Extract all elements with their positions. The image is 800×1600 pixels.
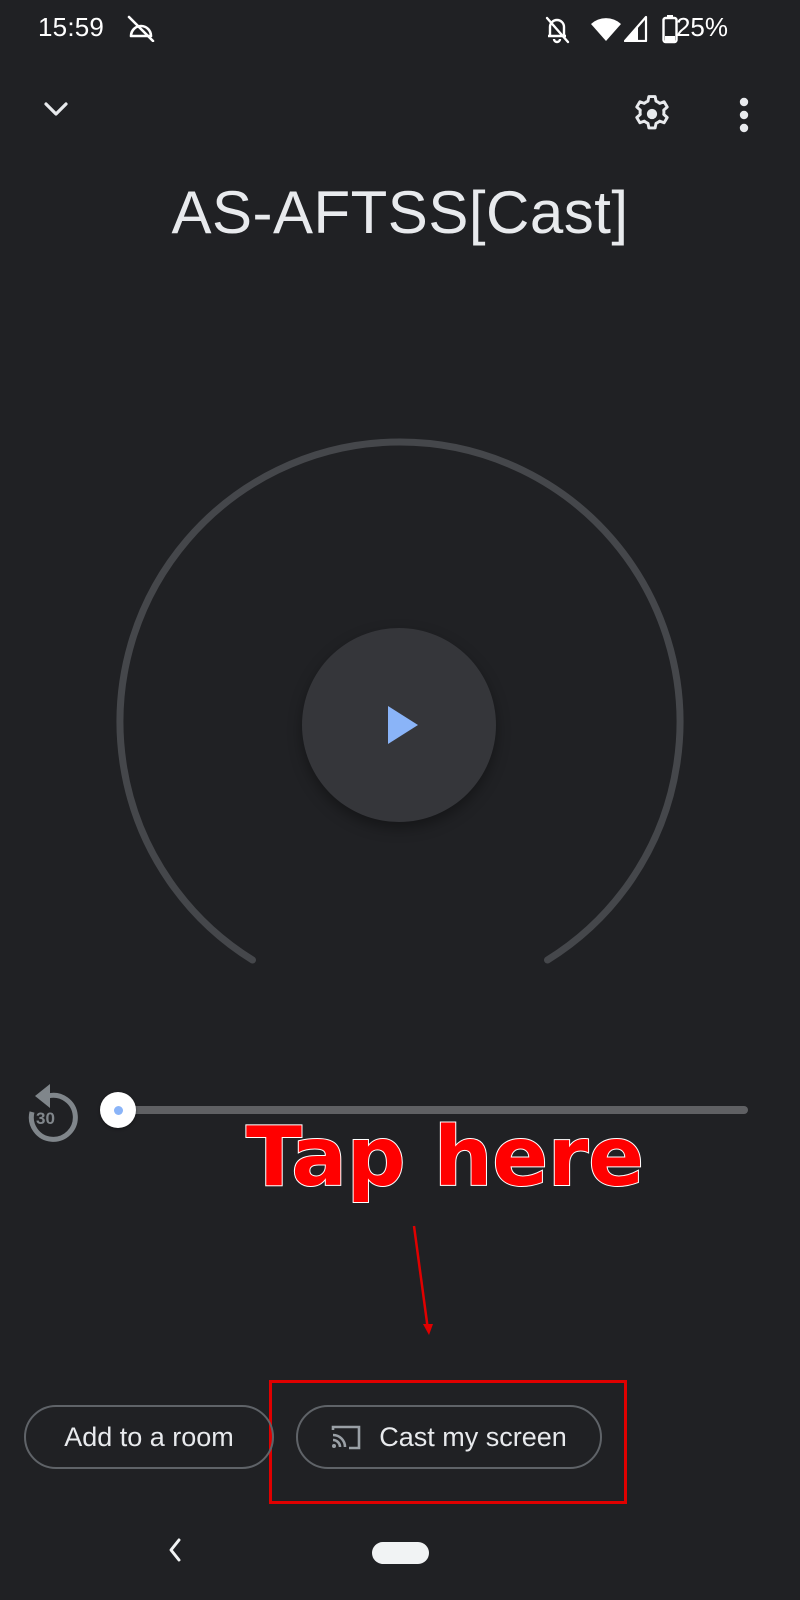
status-time: 15:59	[38, 12, 105, 42]
wifi-icon	[590, 16, 622, 47]
more-vert-icon[interactable]	[738, 96, 750, 139]
back-icon[interactable]	[166, 1536, 184, 1569]
annotation-tap-here: Tap here	[245, 1109, 645, 1206]
play-icon	[388, 706, 418, 744]
seek-thumb-dot	[113, 1105, 123, 1115]
device-title: AS-AFTSS[Cast]	[171, 179, 629, 246]
cast-my-screen-button[interactable]: Cast my screen	[296, 1405, 602, 1469]
cloud-off-icon	[126, 14, 156, 47]
add-to-room-label: Add to a room	[64, 1421, 234, 1452]
replay-30-button[interactable]: 30	[20, 1074, 78, 1144]
replay-30-label: 30	[36, 1109, 55, 1128]
gear-icon[interactable]	[630, 92, 674, 141]
home-pill-icon[interactable]	[372, 1542, 429, 1564]
seek-thumb[interactable]	[100, 1092, 136, 1128]
play-button[interactable]	[302, 628, 496, 822]
chevron-down-icon[interactable]	[40, 98, 72, 127]
annotation-arrow	[412, 1225, 433, 1335]
add-to-room-button[interactable]: Add to a room	[24, 1405, 274, 1469]
cast-my-screen-label: Cast my screen	[379, 1421, 567, 1452]
cast-icon	[331, 1424, 361, 1450]
notifications-off-icon	[544, 14, 570, 49]
cellular-signal-icon	[623, 15, 648, 47]
battery-percent: 25%	[675, 12, 728, 42]
